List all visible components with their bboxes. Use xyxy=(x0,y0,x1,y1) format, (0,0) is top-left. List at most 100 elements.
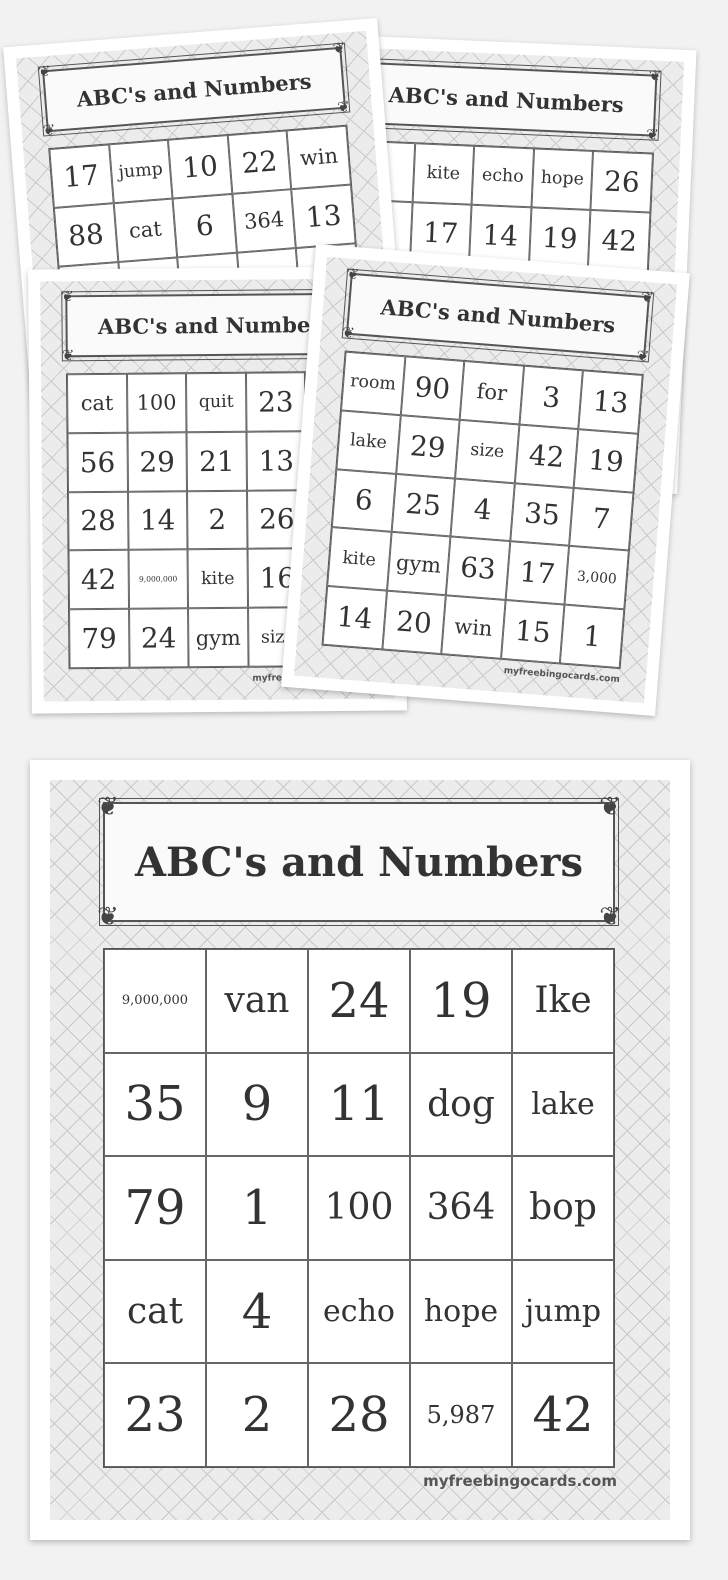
bingo-cell: win xyxy=(441,595,506,659)
ornament-icon: ❦ xyxy=(61,287,74,306)
bingo-cell: size xyxy=(455,419,520,483)
bingo-cell: 79 xyxy=(69,608,130,669)
bingo-cell: 10 xyxy=(168,135,233,199)
bingo-cell: 29 xyxy=(395,414,460,479)
bingo-cell: 23 xyxy=(245,372,306,432)
bingo-cell: 4 xyxy=(206,1259,308,1364)
bingo-cell: 35 xyxy=(510,482,575,547)
bingo-cell: 11 xyxy=(308,1052,410,1157)
bingo-cell: 88 xyxy=(53,203,118,267)
bingo-cell: van xyxy=(206,949,308,1053)
bingo-cell: 13 xyxy=(291,184,356,248)
main-bingo-card: ❦ ❦ ❦ ❦ ABC's and Numbers 9,000,000 van 24… xyxy=(30,760,690,1540)
bingo-cell: 3 xyxy=(519,365,584,429)
bingo-cell: gym xyxy=(386,532,451,596)
bingo-cell: 19 xyxy=(574,428,639,493)
ornament-icon: ❦ xyxy=(635,346,650,366)
preview-bingo-card: ❦ ❦ ❦ ❦ ABC's and Numbers room 90 for 3 13 la… xyxy=(281,243,690,717)
bingo-cell: 9,000,000 xyxy=(128,549,189,609)
bingo-cell: 42 xyxy=(512,1363,614,1467)
bingo-cell: 19 xyxy=(410,949,512,1053)
card-title: ABC's and Numbers xyxy=(388,81,625,117)
bingo-cell: 2 xyxy=(187,490,248,550)
bingo-cell: 24 xyxy=(128,608,189,668)
ornament-icon: ❦ xyxy=(599,902,621,932)
ornament-icon: ❦ xyxy=(640,287,655,307)
bingo-cell: 5,987 xyxy=(410,1363,512,1467)
bingo-cell: cat xyxy=(113,198,178,262)
bingo-cell: 24 xyxy=(308,949,410,1053)
bingo-cell: 1 xyxy=(206,1156,308,1260)
ornament-icon: ❦ xyxy=(648,66,662,85)
bingo-grid: room 90 for 3 13 lake 29 size 42 19 6 25 4 35 7 kite gym… xyxy=(321,350,644,670)
site-footer: myfreebingocards.com xyxy=(423,1472,617,1490)
bingo-cell: 1 xyxy=(560,604,625,669)
bingo-cell: jump xyxy=(108,139,173,204)
bingo-cell: 17 xyxy=(505,541,570,605)
bingo-cell: lake xyxy=(512,1052,614,1157)
bingo-cell: kite xyxy=(412,143,475,205)
bingo-cell: 14 xyxy=(322,586,387,650)
bingo-cell: 6 xyxy=(331,468,396,533)
bingo-cell: 21 xyxy=(186,431,247,491)
bingo-cell: 28 xyxy=(68,491,129,551)
bingo-cell: 9,000,000 xyxy=(104,949,206,1053)
bingo-cell: 29 xyxy=(127,432,188,492)
ornament-icon: ❦ xyxy=(346,264,361,284)
bingo-cell: hope xyxy=(410,1259,512,1364)
bingo-cell: 20 xyxy=(381,590,447,655)
bingo-cell: kite xyxy=(187,549,248,609)
bingo-cell: 364 xyxy=(410,1156,512,1260)
bingo-cell: Ike xyxy=(512,949,614,1053)
bingo-cell: 22 xyxy=(227,130,292,194)
title-frame: ❦ ❦ ❦ ❦ ABC's and Numbers xyxy=(97,794,621,930)
bingo-cell: room xyxy=(341,351,406,415)
bingo-cell: 2 xyxy=(206,1363,308,1467)
bingo-cell: 42 xyxy=(68,550,129,610)
bingo-cell: hope xyxy=(531,148,594,210)
bingo-cell: 42 xyxy=(514,424,579,488)
bingo-cell: bop xyxy=(512,1156,614,1260)
bingo-cell: echo xyxy=(471,145,534,208)
bingo-cell: gym xyxy=(188,607,249,668)
bingo-cell: lake xyxy=(336,410,401,474)
card-title: ABC's and Numbers xyxy=(75,67,313,112)
bingo-grid: 9,000,000 van 24 19 Ike 35 9 11 dog lake 79 1 100 364… xyxy=(103,948,615,1468)
title-frame: ❦ ❦ ❦ ❦ ABC's and Numbers xyxy=(351,53,662,143)
ornament-icon: ❦ xyxy=(37,61,52,81)
ornament-icon: ❦ xyxy=(97,792,119,822)
bingo-cell: 90 xyxy=(400,356,465,420)
bingo-cell: 6 xyxy=(172,193,237,257)
bingo-cell: 15 xyxy=(500,600,565,664)
bingo-cell: 19 xyxy=(528,207,591,269)
ornament-icon: ❦ xyxy=(599,792,621,822)
bingo-cell: 14 xyxy=(127,490,188,551)
bingo-cell: quit xyxy=(186,372,247,433)
bingo-cell: 35 xyxy=(104,1052,206,1157)
ornament-icon: ❦ xyxy=(341,323,356,343)
bingo-cell: echo xyxy=(308,1259,410,1364)
card-title: ABC's and Numbers xyxy=(135,838,583,886)
ornament-icon: ❦ xyxy=(42,120,57,140)
bingo-cell: for xyxy=(459,360,524,425)
ornament-icon: ❦ xyxy=(336,97,351,117)
ornament-icon: ❦ xyxy=(61,346,75,365)
bingo-cell: 7 xyxy=(569,487,634,551)
bingo-cell: cat xyxy=(104,1259,206,1364)
bingo-cell: 17 xyxy=(49,144,114,208)
bingo-cell: cat xyxy=(66,373,128,434)
ornament-icon: ❦ xyxy=(97,902,119,932)
bingo-cell: 100 xyxy=(308,1156,410,1260)
card-title: ABC's and Numbers xyxy=(97,311,334,339)
ornament-icon: ❦ xyxy=(645,125,660,144)
bingo-cell: 100 xyxy=(126,373,187,433)
bingo-cell: 25 xyxy=(391,473,456,537)
bingo-cell: jump xyxy=(512,1259,614,1364)
ornament-icon: ❦ xyxy=(331,38,346,58)
bingo-cell: dog xyxy=(410,1052,512,1157)
bingo-cell: 26 xyxy=(590,150,653,213)
bingo-cell: 13 xyxy=(578,370,643,434)
bingo-cell: kite xyxy=(327,527,392,591)
bingo-cell: 364 xyxy=(232,189,297,253)
bingo-cell: 28 xyxy=(308,1363,410,1467)
